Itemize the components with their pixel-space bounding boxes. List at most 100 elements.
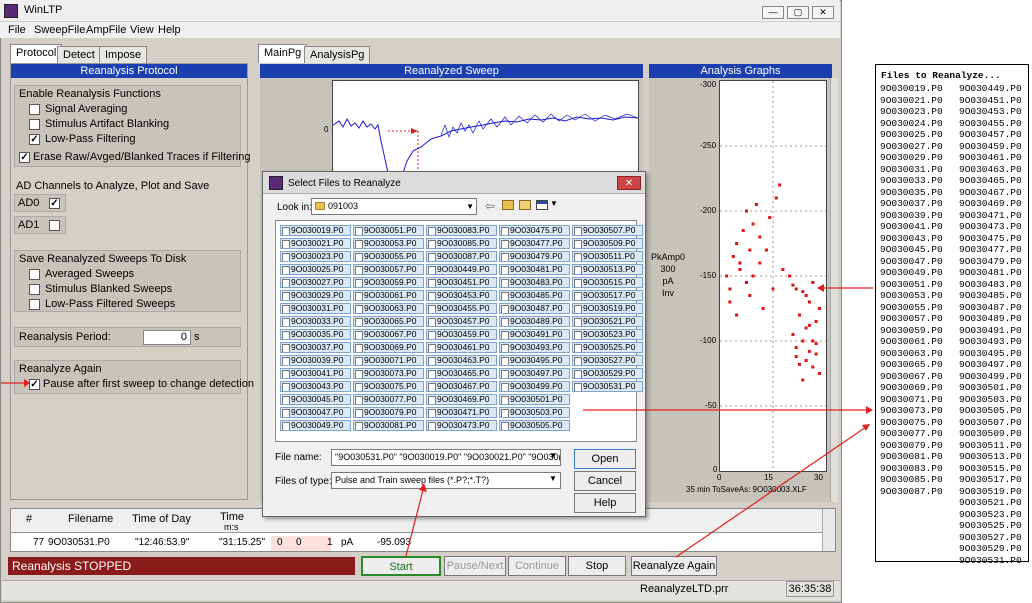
file-item[interactable]: 9O030047.P0 — [280, 407, 351, 418]
file-item[interactable]: 9O030449.P0 — [426, 264, 497, 275]
file-item[interactable]: 9O030033.P0 — [280, 316, 351, 327]
file-item[interactable]: 9O030025.P0 — [280, 264, 351, 275]
filename-input[interactable]: "9O030531.P0" "9O030019.P0" "9O030021.P0… — [331, 449, 561, 466]
close-button[interactable]: ✕ — [812, 6, 834, 19]
file-item[interactable]: 9O030507.P0 — [572, 225, 643, 236]
blanked-sweeps-checkbox[interactable] — [29, 284, 40, 295]
file-item[interactable]: 9O030529.P0 — [572, 368, 643, 379]
start-reanalysis-button[interactable]: Start Reanalysis — [361, 556, 441, 591]
filtered-sweeps-checkbox[interactable] — [29, 299, 40, 310]
low-pass-checkbox[interactable]: ✓ — [29, 134, 40, 145]
file-item[interactable]: 9O030527.P0 — [572, 355, 643, 366]
file-item[interactable]: 9O030085.P0 — [426, 238, 497, 249]
file-item[interactable]: 9O030513.P0 — [572, 264, 643, 275]
file-item[interactable]: 9O030061.P0 — [353, 290, 424, 301]
title-bar[interactable]: WinLTP — ▢ ✕ — [0, 0, 840, 22]
file-item[interactable]: 9O030485.P0 — [499, 290, 570, 301]
file-item[interactable]: 9O030499.P0 — [499, 381, 570, 392]
view-menu-icon[interactable] — [536, 200, 548, 210]
graph-scrollbar[interactable] — [830, 78, 838, 502]
file-item[interactable]: 9O030451.P0 — [426, 277, 497, 288]
dialog-close-button[interactable]: ✕ — [617, 176, 641, 190]
menu-file[interactable]: File — [8, 24, 26, 36]
file-item[interactable]: 9O030459.P0 — [426, 329, 497, 340]
file-item[interactable]: 9O030505.P0 — [499, 420, 570, 431]
file-item[interactable]: 9O030067.P0 — [353, 329, 424, 340]
file-item[interactable]: 9O030523.P0 — [572, 329, 643, 340]
file-item[interactable]: 9O030063.P0 — [353, 303, 424, 314]
menu-view[interactable]: View — [130, 24, 154, 36]
menu-ampfile[interactable]: AmpFile — [86, 24, 126, 36]
period-input[interactable]: 0 — [143, 330, 191, 345]
file-item[interactable]: 9O030455.P0 — [426, 303, 497, 314]
maximize-button[interactable]: ▢ — [787, 6, 809, 19]
file-item[interactable]: 9O030465.P0 — [426, 368, 497, 379]
file-item[interactable]: 9O030479.P0 — [499, 251, 570, 262]
file-item[interactable]: 9O030481.P0 — [499, 264, 570, 275]
file-item[interactable]: 9O030495.P0 — [499, 355, 570, 366]
averaged-sweeps-checkbox[interactable] — [29, 269, 40, 280]
up-folder-icon[interactable] — [502, 200, 514, 210]
file-item[interactable]: 9O030515.P0 — [572, 277, 643, 288]
file-item[interactable]: 9O030071.P0 — [353, 355, 424, 366]
pause-after-first-checkbox[interactable]: ✓ — [29, 379, 40, 390]
help-button[interactable]: Help — [574, 493, 636, 513]
file-item[interactable]: 9O030531.P0 — [572, 381, 643, 392]
file-item[interactable]: 9O030053.P0 — [353, 238, 424, 249]
file-item[interactable]: 9O030029.P0 — [280, 290, 351, 301]
lookin-dropdown[interactable]: 091003 ▼ — [311, 198, 477, 215]
tab-protocol[interactable]: Protocol — [10, 44, 63, 63]
file-item[interactable]: 9O030493.P0 — [499, 342, 570, 353]
file-list[interactable]: 9O030019.P0 9O030021.P0 9O030023.P0 9O03002… — [275, 220, 643, 442]
file-item[interactable]: 9O030453.P0 — [426, 290, 497, 301]
file-item[interactable]: 9O030079.P0 — [353, 407, 424, 418]
file-item[interactable]: 9O030023.P0 — [280, 251, 351, 262]
file-item[interactable]: 9O030483.P0 — [499, 277, 570, 288]
file-item[interactable]: 9O030487.P0 — [499, 303, 570, 314]
file-item[interactable]: 9O030055.P0 — [353, 251, 424, 262]
file-item[interactable]: 9O030501.P0 — [499, 394, 570, 405]
file-item[interactable]: 9O030035.P0 — [280, 329, 351, 340]
artifact-blanking-checkbox[interactable] — [29, 119, 40, 130]
file-item[interactable]: 9O030069.P0 — [353, 342, 424, 353]
filetype-dropdown[interactable]: Pulse and Train sweep files (*.P?;*.T?) — [331, 472, 561, 489]
file-item[interactable]: 9O030491.P0 — [499, 329, 570, 340]
file-item[interactable]: 9O030467.P0 — [426, 381, 497, 392]
tab-mainpg[interactable]: MainPg — [258, 44, 308, 63]
file-item[interactable]: 9O030083.P0 — [426, 225, 497, 236]
filename-chevron-down-icon[interactable]: ▼ — [549, 451, 557, 460]
file-item[interactable]: 9O030489.P0 — [499, 316, 570, 327]
file-item[interactable]: 9O030517.P0 — [572, 290, 643, 301]
cancel-button[interactable]: Cancel — [574, 471, 636, 491]
file-item[interactable]: 9O030081.P0 — [353, 420, 424, 431]
file-item[interactable]: 9O030521.P0 — [572, 316, 643, 327]
minimize-button[interactable]: — — [762, 6, 784, 19]
file-item[interactable]: 9O030519.P0 — [572, 303, 643, 314]
file-item[interactable]: 9O030475.P0 — [499, 225, 570, 236]
file-item[interactable]: 9O030077.P0 — [353, 394, 424, 405]
file-item[interactable]: 9O030469.P0 — [426, 394, 497, 405]
stop-button[interactable]: Stop — [568, 556, 626, 576]
file-item[interactable]: 9O030039.P0 — [280, 355, 351, 366]
file-item[interactable]: 9O030065.P0 — [353, 316, 424, 327]
file-item[interactable]: 9O030473.P0 — [426, 420, 497, 431]
file-item[interactable]: 9O030019.P0 — [280, 225, 351, 236]
view-chevron-down-icon[interactable]: ▼ — [550, 199, 558, 208]
file-item[interactable]: 9O030037.P0 — [280, 342, 351, 353]
file-item[interactable]: 9O030463.P0 — [426, 355, 497, 366]
back-icon[interactable]: ⇦ — [485, 199, 495, 213]
menu-sweepfile[interactable]: SweepFile — [34, 24, 85, 36]
file-item[interactable]: 9O030059.P0 — [353, 277, 424, 288]
file-item[interactable]: 9O030525.P0 — [572, 342, 643, 353]
open-button[interactable]: Open — [574, 449, 636, 469]
file-item[interactable]: 9O030021.P0 — [280, 238, 351, 249]
file-item[interactable]: 9O030497.P0 — [499, 368, 570, 379]
pause-next-button[interactable]: Pause/Next — [444, 556, 506, 576]
file-item[interactable]: 9O030041.P0 — [280, 368, 351, 379]
file-item[interactable]: 9O030461.P0 — [426, 342, 497, 353]
file-item[interactable]: 9O030477.P0 — [499, 238, 570, 249]
file-item[interactable]: 9O030509.P0 — [572, 238, 643, 249]
ad1-checkbox[interactable] — [49, 220, 60, 231]
table-scrollbar[interactable] — [822, 509, 835, 551]
file-item[interactable]: 9O030511.P0 — [572, 251, 643, 262]
